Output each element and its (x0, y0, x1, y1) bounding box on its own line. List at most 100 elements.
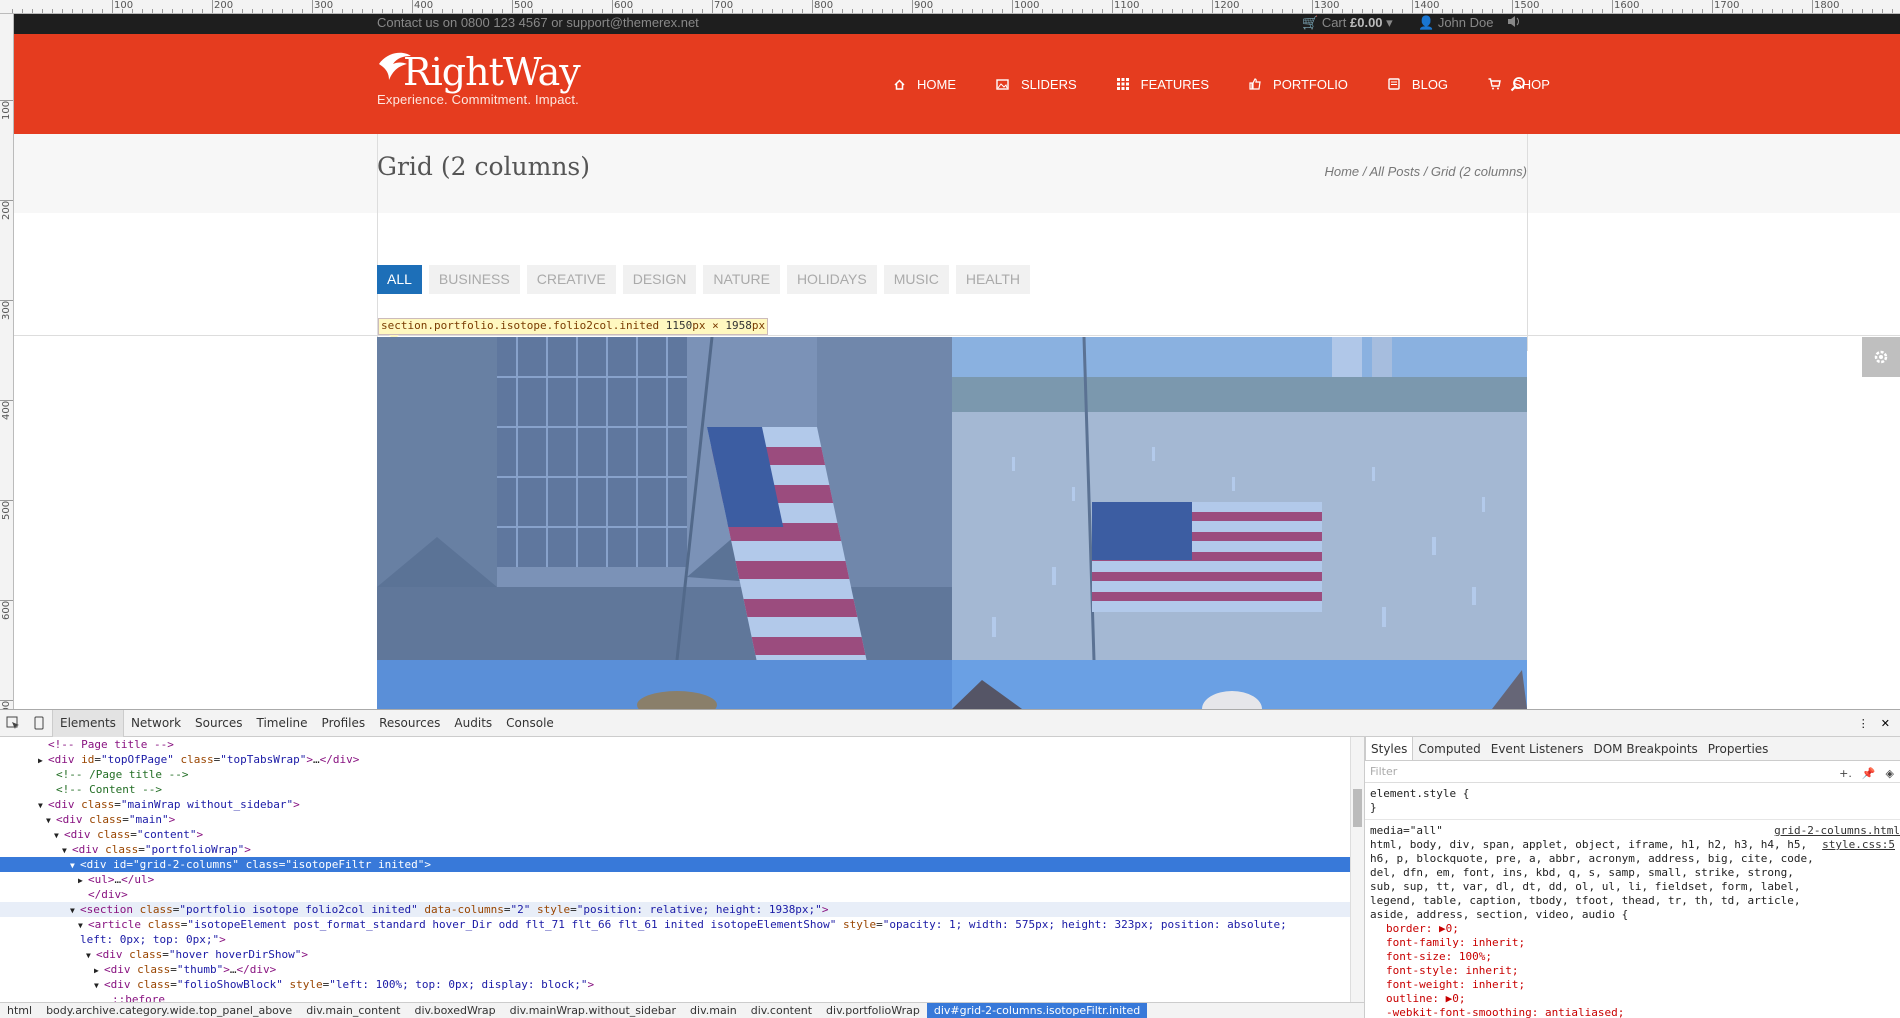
nav-item-blog[interactable]: BLOG (1388, 77, 1448, 92)
devtools-tab-profiles[interactable]: Profiles (315, 710, 373, 737)
element-breadcrumb-bar: html body.archive.category.wide.top_panel… (0, 1002, 1364, 1018)
filter-business[interactable]: BUSINESS (428, 265, 520, 294)
devtools-tab-resources[interactable]: Resources (372, 710, 447, 737)
devtools-tab-audits[interactable]: Audits (447, 710, 499, 737)
dom-node-line[interactable]: ▶ <div id="topOfPage" class="topTabsWrap"… (0, 752, 1350, 767)
bird-image (377, 660, 952, 709)
devtools-tab-elements[interactable]: Elements (52, 709, 124, 737)
nav-item-portfolio[interactable]: PORTFOLIO (1249, 77, 1348, 92)
dom-node-line[interactable]: left: 0px; top: 0px;"> (0, 932, 1350, 947)
user-link[interactable]: 👤 John Doe (1418, 14, 1493, 32)
portfolio-item-cathedral-flag[interactable] (377, 337, 952, 660)
dom-node-line[interactable]: </div> (0, 887, 1350, 902)
nav-item-features[interactable]: FEATURES (1116, 76, 1210, 92)
dom-node-line[interactable]: ▼ <div class="hover hoverDirShow"> (0, 947, 1350, 962)
devtools-tabbar: Elements Network Sources Timeline Profiles Re… (0, 709, 1900, 737)
dom-node-line[interactable]: ▼ <div id="grid-2-columns" class="isotope… (0, 857, 1350, 872)
css-property[interactable]: font-size: 100%; (1370, 950, 1895, 964)
color-format-icon[interactable]: ◈ (1886, 763, 1894, 785)
filter-music[interactable]: MUSIC (883, 265, 949, 294)
dom-node-line[interactable]: ▼ <article class="isotopeElement post_for… (0, 917, 1350, 932)
nav-item-sliders[interactable]: SLIDERS (996, 77, 1077, 92)
portfolio-item-rocks[interactable] (952, 660, 1527, 709)
dom-breadcrumb-item[interactable]: div.content (744, 1003, 819, 1018)
pin-icon[interactable]: 📌 (1862, 763, 1876, 785)
portfolio-item-beach-flag[interactable] (952, 337, 1527, 660)
dom-breadcrumb-item[interactable]: div.main_content (299, 1003, 407, 1018)
cart-link[interactable]: 🛒 Cart £0.00 ▾ (1302, 14, 1393, 32)
close-devtools-icon[interactable]: ✕ (1877, 710, 1894, 737)
breadcrumb[interactable]: Home / All Posts / Grid (2 columns) (1324, 164, 1527, 179)
portfolio-item-bird[interactable] (377, 660, 952, 709)
styles-tab-properties[interactable]: Properties (1703, 737, 1774, 760)
media-query: media="all" (1370, 824, 1443, 837)
devtools-tab-timeline[interactable]: Timeline (250, 710, 315, 737)
dom-node-line[interactable]: ▼ <div class="mainWrap without_sidebar"> (0, 797, 1350, 812)
filter-health[interactable]: HEALTH (955, 265, 1031, 294)
search-icon[interactable] (1510, 34, 1526, 134)
dom-breadcrumb-item[interactable]: div.portfolioWrap (819, 1003, 927, 1018)
dom-breadcrumb-item[interactable]: html (0, 1003, 39, 1018)
inspect-element-icon[interactable] (0, 710, 26, 737)
nav-item-home[interactable]: HOME (894, 77, 956, 92)
filter-nature[interactable]: NATURE (703, 265, 780, 294)
dom-node-line[interactable]: ▶ <div class="thumb">…</div> (0, 962, 1350, 977)
dom-breadcrumb-item[interactable]: div.mainWrap.without_sidebar (503, 1003, 683, 1018)
dom-node-line[interactable]: <!-- /Page title --> (0, 767, 1350, 782)
add-rule-icon[interactable]: +. (1839, 763, 1852, 785)
nav-label: FEATURES (1140, 76, 1210, 92)
css-property[interactable]: outline: ▶0; (1370, 992, 1895, 1006)
nav-label: PORTFOLIO (1273, 76, 1348, 92)
source-link-html[interactable]: grid-2-columns.html (1774, 824, 1900, 838)
filter-holidays[interactable]: HOLIDAYS (786, 265, 877, 294)
dom-node-line[interactable]: <!-- Content --> (0, 782, 1350, 797)
ruler-label: 1000 (1014, 0, 1040, 11)
styles-tab-styles[interactable]: Styles (1365, 737, 1414, 760)
css-property[interactable]: font-family: inherit; (1370, 936, 1895, 950)
element-style-rule[interactable]: element.style { } (1365, 783, 1900, 820)
devtools-tab-sources[interactable]: Sources (188, 710, 249, 737)
settings-gear-icon[interactable] (1862, 337, 1900, 377)
ruler-label: 1500 (1514, 0, 1540, 11)
devtools-tab-network[interactable]: Network (124, 710, 188, 737)
top-info-bar: Contact us on 0800 123 4567 or support@t… (14, 14, 1900, 34)
dom-node-line[interactable]: <!-- Page title --> (0, 737, 1350, 752)
styles-filter-input[interactable]: Filter +. 📌 ◈ (1365, 761, 1900, 783)
styles-tab-computed[interactable]: Computed (1413, 737, 1485, 760)
filter-creative[interactable]: CREATIVE (526, 265, 616, 294)
dom-breadcrumb-item[interactable]: body.archive.category.wide.top_panel_abo… (39, 1003, 299, 1018)
cart-icon (1488, 78, 1507, 90)
dom-breadcrumb-item[interactable]: div#grid-2-columns.isotopeFiltr.inited (926, 1003, 1148, 1018)
grid-icon (1116, 78, 1135, 90)
css-property[interactable]: border: ▶0; (1370, 922, 1895, 936)
styles-tab-dom-breakpoints[interactable]: DOM Breakpoints (1588, 737, 1702, 760)
dom-breadcrumb-item[interactable]: div.main (683, 1003, 744, 1018)
ruler-label: 1600 (1614, 0, 1640, 11)
ruler-label: 700 (1, 701, 12, 709)
css-property[interactable]: -webkit-font-smoothing: antialiased; (1370, 1006, 1895, 1018)
dom-node-line[interactable]: ▼ <div class="main"> (0, 812, 1350, 827)
dom-node-line[interactable]: ▼ <div class="folioShowBlock" style="left… (0, 977, 1350, 992)
source-link-css[interactable]: style.css:5 (1822, 838, 1895, 852)
rocks-image (952, 660, 1527, 709)
filter-design[interactable]: DESIGN (622, 265, 697, 294)
dom-breadcrumb-item[interactable]: div.boxedWrap (407, 1003, 502, 1018)
more-options-icon[interactable]: ⋮ (1850, 710, 1877, 737)
devtools-tab-console[interactable]: Console (499, 710, 561, 737)
device-mode-icon[interactable] (26, 710, 52, 737)
reset-css-rule[interactable]: media="all" grid-2-columns.html style.cs… (1365, 820, 1900, 1018)
volume-icon[interactable] (1507, 15, 1521, 31)
dom-node-line[interactable]: ▼ <div class="content"> (0, 827, 1350, 842)
styles-tab-event-listeners[interactable]: Event Listeners (1486, 737, 1589, 760)
inspector-guide-horizontal (14, 335, 1900, 336)
site-logo[interactable]: RightWay Experience. Commitment. Impact. (377, 50, 581, 107)
dom-node-line[interactable]: ▼ <div class="portfolioWrap"> (0, 842, 1350, 857)
css-property[interactable]: font-style: inherit; (1370, 964, 1895, 978)
css-property[interactable]: font-weight: inherit; (1370, 978, 1895, 992)
filter-all[interactable]: ALL (377, 265, 422, 294)
dom-node-line[interactable]: ::before (0, 992, 1350, 1002)
dom-scrollbar[interactable] (1350, 737, 1364, 1002)
dom-node-line[interactable]: ▼ <section class="portfolio isotope folio… (0, 902, 1350, 917)
dom-node-line[interactable]: ▶ <ul>…</ul> (0, 872, 1350, 887)
home-icon (894, 78, 911, 90)
